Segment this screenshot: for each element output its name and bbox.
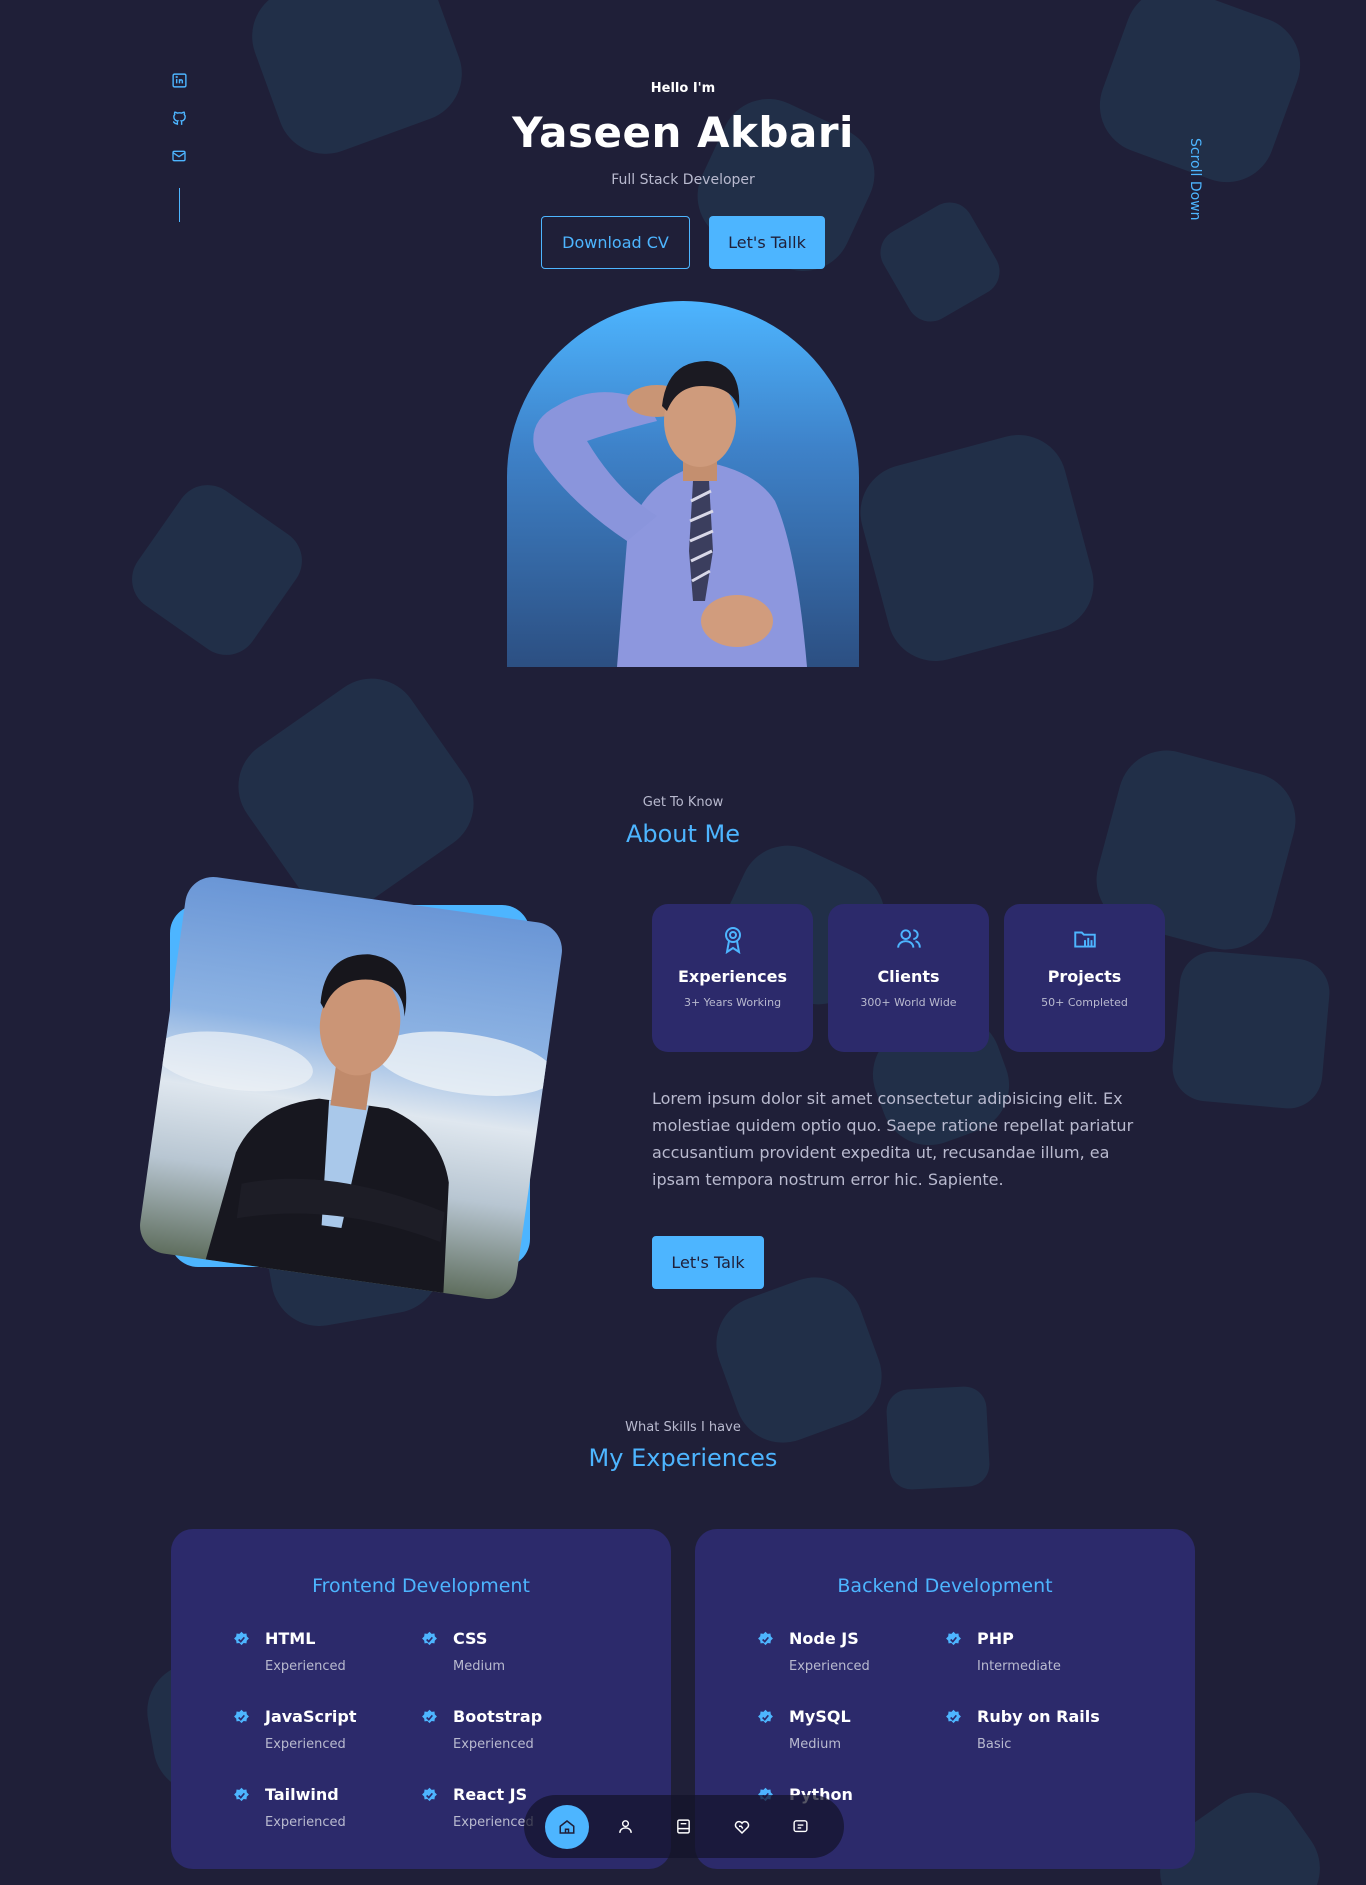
skill-level: Medium — [453, 1659, 505, 1674]
background-shape — [849, 424, 1105, 672]
skill-level: Experienced — [789, 1659, 870, 1674]
skill-name: JavaScript — [265, 1707, 357, 1726]
greeting: Hello I'm — [650, 81, 716, 96]
check-badge-icon — [757, 1709, 774, 1726]
skill-name: Bootstrap — [453, 1707, 543, 1726]
about-paragraph: Lorem ipsum dolor sit amet consectetur a… — [652, 1089, 1134, 1189]
skill-name: PHP — [977, 1629, 1014, 1648]
person-illustration — [533, 361, 807, 667]
skill-name: React JS — [453, 1785, 528, 1804]
projects-card: Projects 50+ Completed — [1004, 904, 1165, 1052]
experience-heading: My Experiences — [588, 1444, 778, 1472]
book-icon[interactable] — [662, 1805, 706, 1849]
skill-level: Basic — [977, 1737, 1012, 1752]
skill-level: Experienced — [265, 1659, 346, 1674]
skill-level: Intermediate — [977, 1659, 1061, 1674]
frontend-title: Frontend Development — [312, 1575, 530, 1597]
bottom-nav — [524, 1795, 844, 1858]
home-icon[interactable] — [545, 1804, 590, 1849]
clients-card: Clients 300+ World Wide — [828, 904, 989, 1052]
card-title: Clients — [877, 967, 940, 986]
scroll-down-link[interactable]: Scroll Down — [1173, 136, 1203, 222]
skill-name: MySQL — [789, 1707, 851, 1726]
card-subtitle: 50+ Completed — [1041, 996, 1128, 1009]
download-cv-button[interactable]: Download CV — [541, 216, 690, 269]
backend-title: Backend Development — [837, 1575, 1053, 1597]
lets-talk-button[interactable]: Let's Tallk — [709, 216, 825, 269]
social-divider-line — [178, 188, 180, 222]
skill-name: HTML — [265, 1629, 316, 1648]
skill-level: Experienced — [453, 1815, 534, 1830]
user-icon[interactable] — [604, 1805, 648, 1849]
about-photo — [136, 873, 566, 1303]
background-shape — [885, 1385, 991, 1491]
message-icon[interactable] — [779, 1805, 823, 1849]
skill-name: Tailwind — [265, 1785, 339, 1804]
person-in-suit-illustration — [154, 954, 555, 1293]
skill-level: Experienced — [453, 1737, 534, 1752]
skill-name: CSS — [453, 1629, 488, 1648]
about-lets-talk-button[interactable]: Let's Talk — [652, 1236, 764, 1289]
skill-level: Experienced — [265, 1737, 346, 1752]
about-small-heading: Get To Know — [642, 795, 724, 810]
background-shape — [119, 472, 315, 668]
background-shape — [1169, 948, 1333, 1112]
check-badge-icon — [233, 1709, 250, 1726]
users-icon — [896, 926, 922, 954]
skill-level: Experienced — [265, 1815, 346, 1830]
experiences-card: Experiences 3+ Years Working — [652, 904, 813, 1052]
check-badge-icon — [945, 1709, 962, 1726]
check-badge-icon — [945, 1631, 962, 1648]
services-icon[interactable] — [720, 1805, 764, 1849]
check-badge-icon — [233, 1631, 250, 1648]
background-shape — [871, 193, 1009, 331]
card-title: Experiences — [677, 967, 788, 986]
hero-role: Full Stack Developer — [611, 172, 755, 188]
award-icon — [721, 926, 745, 955]
check-badge-icon — [421, 1787, 438, 1804]
card-subtitle: 300+ World Wide — [860, 996, 957, 1009]
card-subtitle: 3+ Years Working — [683, 996, 782, 1009]
check-badge-icon — [757, 1631, 774, 1648]
check-badge-icon — [421, 1631, 438, 1648]
skill-level: Medium — [789, 1737, 841, 1752]
about-heading: About Me — [625, 820, 741, 848]
card-title: Projects — [1047, 967, 1122, 986]
check-badge-icon — [421, 1709, 438, 1726]
folder-icon — [1072, 926, 1098, 954]
hero-name: Yaseen Akbari — [512, 108, 854, 157]
hero-portrait — [507, 301, 859, 667]
skill-name: Node JS — [789, 1629, 859, 1648]
check-badge-icon — [233, 1787, 250, 1804]
experience-small-heading: What Skills I have — [625, 1420, 741, 1435]
skill-name: Ruby on Rails — [977, 1707, 1100, 1726]
